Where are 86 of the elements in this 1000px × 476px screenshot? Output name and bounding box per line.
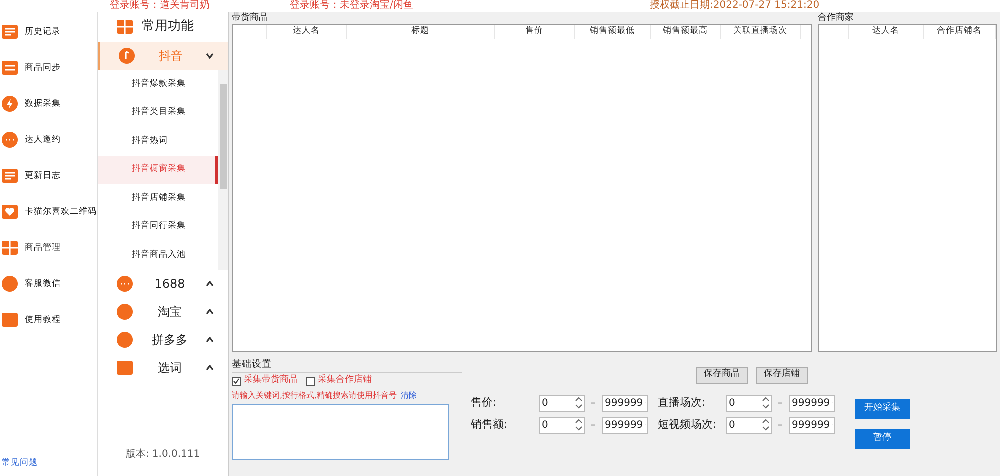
column-header[interactable]: 售价 (495, 25, 575, 39)
badge-icon (116, 330, 134, 348)
version-text: 版本: 1.0.0.111 (124, 448, 202, 462)
column-header[interactable]: 销售额最低 (575, 25, 651, 39)
chevron-down-icon[interactable] (206, 53, 214, 59)
range-label: 直播场次: (658, 394, 707, 411)
sidebar-label: 客服微信 (25, 278, 61, 290)
header-text: 授权截止日期:2022-07-27 15:21:20 (650, 0, 820, 12)
grid-icon (116, 18, 134, 36)
sidebar-label: 使用教程 (25, 314, 61, 326)
menu-group[interactable]: 淘宝 (98, 298, 228, 326)
sidebar-label: 历史记录 (25, 26, 61, 38)
sidebar-label: 数据采集 (25, 98, 61, 110)
checkbox-label[interactable]: 采集带货商品 (244, 374, 298, 388)
sidebar-item[interactable]: 数据采集 (0, 94, 97, 114)
column-header[interactable]: 合作店铺名 (924, 25, 996, 39)
range-dash: – (590, 396, 597, 410)
menu-group[interactable]: 1688 (98, 270, 228, 298)
save-button[interactable]: 保存商品 (696, 366, 748, 384)
menu-item[interactable]: 抖音店铺采集 (98, 184, 218, 212)
spinner-icon[interactable] (762, 418, 770, 432)
column-header[interactable]: 达人名 (267, 25, 347, 39)
sidebar-item[interactable]: 卡猫尔喜欢二维码 (0, 202, 97, 222)
range-label: 销售额: (471, 416, 509, 433)
help-link[interactable]: 常见问题 (2, 457, 97, 470)
checkbox[interactable] (306, 376, 315, 386)
number-field[interactable]: 0 (726, 394, 772, 412)
range-label: 短视频场次: (658, 416, 718, 433)
action-button[interactable]: 暂停 (855, 429, 910, 449)
menu-item[interactable]: 抖音商品入池 (98, 241, 218, 270)
menu-item[interactable]: 抖音爆款采集 (98, 70, 218, 98)
sidebar-label: 商品管理 (25, 242, 61, 254)
spinner-icon[interactable] (762, 396, 770, 410)
column-header[interactable]: 达人名 (849, 25, 924, 39)
menu-group[interactable]: 选词 (98, 354, 228, 382)
column-header[interactable]: 销售额最高 (651, 25, 721, 39)
scrollbar[interactable] (218, 70, 228, 270)
menu-group[interactable]: 拼多多 (98, 326, 228, 354)
menu-item[interactable]: 抖音类目采集 (98, 98, 218, 127)
number-field[interactable]: 0 (726, 416, 772, 434)
sidebar-label: 更新日志 (25, 170, 61, 182)
range-dash: – (777, 396, 784, 410)
range-label: 售价: (471, 394, 498, 411)
number-field[interactable]: 999999 (602, 394, 648, 412)
number-field[interactable]: 999999 (789, 394, 835, 412)
action-button[interactable]: 开始采集 (855, 399, 910, 419)
range-dash: – (777, 418, 784, 432)
column-header[interactable]: 关联直播场次 (721, 25, 801, 39)
column-header[interactable]: 标题 (347, 25, 495, 39)
check-icon (233, 378, 240, 384)
group-title: 合作商家 (818, 12, 855, 24)
range-dash: – (590, 418, 597, 432)
menu-title[interactable]: 常用功能 (98, 12, 228, 42)
menu-item[interactable]: 抖音热词 (98, 127, 218, 156)
chevron-up-icon[interactable] (206, 280, 214, 286)
sidebar-label: 商品同步 (25, 62, 61, 74)
sidebar-item[interactable]: 使用教程 (0, 310, 97, 330)
spinner-icon[interactable] (575, 396, 583, 410)
number-field[interactable]: 0 (539, 394, 585, 412)
sidebar-item[interactable]: 商品同步 (0, 58, 97, 78)
save-button[interactable]: 保存店铺 (756, 366, 808, 384)
sidebar-item[interactable]: 更新日志 (0, 166, 97, 186)
sidebar-label: 达人邀约 (25, 134, 61, 146)
hint-text: 请输入关键词,按行格式,精确搜索请使用抖音号 (232, 390, 398, 402)
checkbox-label[interactable]: 采集合作店铺 (318, 374, 372, 388)
section-title: 基础设置 (232, 358, 462, 374)
chevron-up-icon[interactable] (206, 364, 214, 370)
number-field[interactable]: 999999 (789, 416, 835, 434)
number-field[interactable]: 999999 (602, 416, 648, 434)
chevron-up-icon[interactable] (206, 308, 214, 314)
dots-icon (116, 274, 134, 292)
group-title: 带货商品 (232, 12, 269, 24)
sidebar-label: 卡猫尔喜欢二维码 (25, 206, 97, 218)
menu-item[interactable]: 抖音同行采集 (98, 212, 218, 241)
sidebar-item[interactable]: 客服微信 (0, 274, 97, 294)
checkbox[interactable] (232, 376, 241, 386)
menu-item[interactable]: 抖音橱窗采集 (98, 156, 218, 184)
keyword-input[interactable] (232, 404, 449, 460)
spinner-icon[interactable] (575, 418, 583, 432)
sidebar-item[interactable]: 商品管理 (0, 238, 97, 258)
sidebar-item[interactable]: 历史记录 (0, 22, 97, 42)
clear-link[interactable]: 清除 (401, 390, 418, 402)
badge-icon (116, 302, 134, 320)
chevron-up-icon[interactable] (206, 336, 214, 342)
sidebar-item[interactable]: 达人邀约 (0, 130, 97, 150)
number-field[interactable]: 0 (539, 416, 585, 434)
